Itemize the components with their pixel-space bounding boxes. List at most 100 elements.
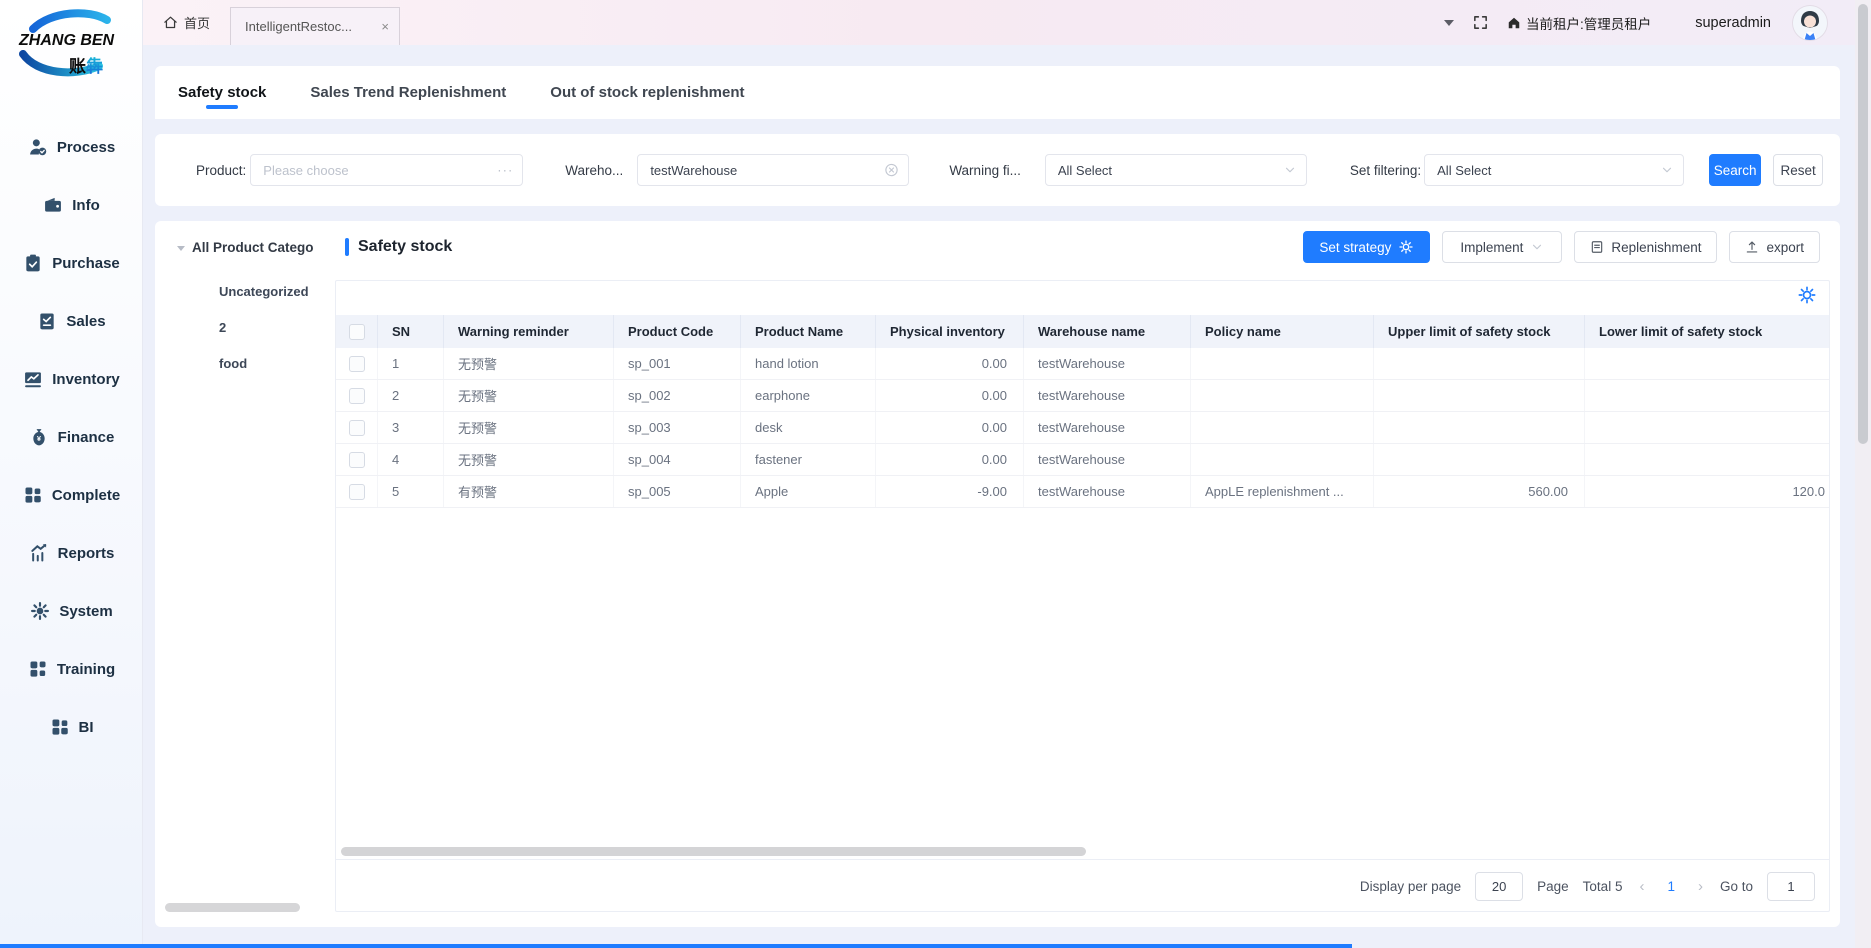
- table-row[interactable]: 3无预警sp_003desk0.00testWarehouse: [336, 412, 1829, 444]
- set-filtering-label: Set filtering:: [1350, 163, 1421, 178]
- avatar[interactable]: [1793, 6, 1827, 40]
- product-select[interactable]: ···: [250, 154, 523, 186]
- document-icon: [1590, 240, 1604, 254]
- filter-bar: Product: ··· Wareho... Warning fi... Set…: [155, 134, 1840, 206]
- table-settings-gear-icon[interactable]: [1797, 285, 1817, 305]
- tenant-info[interactable]: 当前租户:管理员租户: [1507, 13, 1651, 33]
- table-cell: [1191, 380, 1374, 411]
- warning-filter-value[interactable]: [1046, 155, 1306, 185]
- sidebar-item-info[interactable]: Info: [0, 176, 143, 234]
- sidebar-item-label: Training: [57, 661, 115, 678]
- table-cell: sp_002: [614, 380, 741, 411]
- bottom-accent-bar: [0, 944, 1352, 948]
- implement-dropdown-button[interactable]: Implement: [1442, 231, 1562, 263]
- tab-out-of-stock-replenishment[interactable]: Out of stock replenishment: [550, 68, 744, 117]
- tab-safety-stock[interactable]: Safety stock: [178, 68, 266, 117]
- sidebar-item-process[interactable]: Process: [0, 118, 143, 176]
- table-cell: 120.0: [1585, 476, 1829, 507]
- select-all-checkbox[interactable]: [349, 324, 365, 340]
- tab-sales-trend-replenishment[interactable]: Sales Trend Replenishment: [310, 68, 506, 117]
- tree-root-all-product-categories[interactable]: All Product Catego: [177, 240, 314, 255]
- sidebar-item-system[interactable]: System: [0, 582, 143, 640]
- table-row[interactable]: 2无预警sp_002earphone0.00testWarehouse: [336, 380, 1829, 412]
- table-row[interactable]: 1无预警sp_001hand lotion0.00testWarehouse: [336, 348, 1829, 380]
- sidebar-item-inventory[interactable]: Inventory: [0, 350, 143, 408]
- table-row[interactable]: 4无预警sp_004fastener0.00testWarehouse: [336, 444, 1829, 476]
- sidebar-item-finance[interactable]: ¥ Finance: [0, 408, 143, 466]
- column-header: Physical inventory: [876, 315, 1024, 348]
- home-tab[interactable]: 首页: [143, 0, 230, 45]
- sidebar-item-reports[interactable]: Reports: [0, 524, 143, 582]
- sidebar-item-label: BI: [79, 719, 94, 736]
- table-cell: 无预警: [444, 348, 614, 379]
- safety-stock-table: SNWarning reminderProduct CodeProduct Na…: [335, 280, 1830, 912]
- table-cell: sp_003: [614, 412, 741, 443]
- warehouse-select[interactable]: [637, 154, 909, 186]
- category-tree: All Product Catego Uncategorized2food: [155, 221, 335, 927]
- row-checkbox-cell: [336, 476, 378, 507]
- sidebar-item-sales[interactable]: Sales: [0, 292, 143, 350]
- set-filtering-value[interactable]: [1425, 155, 1683, 185]
- page-title: Safety stock: [358, 238, 452, 256]
- warehouse-input[interactable]: [638, 155, 908, 185]
- table-cell: [1585, 348, 1829, 379]
- page-size-input[interactable]: [1475, 872, 1523, 901]
- fullscreen-icon[interactable]: [1472, 14, 1489, 31]
- search-button[interactable]: Search: [1709, 154, 1761, 186]
- export-button[interactable]: export: [1729, 231, 1820, 263]
- row-checkbox[interactable]: [349, 420, 365, 436]
- sidebar-item-purchase[interactable]: Purchase: [0, 234, 143, 292]
- current-page[interactable]: 1: [1661, 879, 1681, 894]
- row-checkbox[interactable]: [349, 484, 365, 500]
- warning-filter-select[interactable]: [1045, 154, 1307, 186]
- chevron-down-icon[interactable]: [1444, 20, 1454, 26]
- window-scrollbar-thumb[interactable]: [1858, 4, 1868, 444]
- close-icon[interactable]: ×: [381, 20, 389, 33]
- sidebar-item-training[interactable]: Training: [0, 640, 143, 698]
- set-strategy-button[interactable]: Set strategy: [1303, 231, 1430, 263]
- tree-item[interactable]: Uncategorized: [219, 273, 309, 309]
- replenishment-button[interactable]: Replenishment: [1574, 231, 1717, 263]
- sidebar: ZHANG BEN 账犇 Process Info Purchase Sales: [0, 0, 143, 948]
- grid-icon: [50, 717, 70, 737]
- warning-filter-label: Warning fi...: [949, 163, 1021, 178]
- row-checkbox-cell: [336, 380, 378, 411]
- clear-icon[interactable]: [884, 163, 899, 178]
- caret-down-icon: [177, 246, 185, 251]
- grid-icon: [23, 485, 43, 505]
- table-cell: [1374, 412, 1585, 443]
- gear-icon: [1398, 239, 1414, 255]
- username[interactable]: superadmin: [1695, 15, 1771, 31]
- prev-page-icon[interactable]: ‹: [1636, 878, 1647, 895]
- column-header: Product Code: [614, 315, 741, 348]
- sidebar-item-complete[interactable]: Complete: [0, 466, 143, 524]
- category-tree-items: Uncategorized2food: [219, 273, 309, 381]
- page-tab[interactable]: IntelligentRestoc... ×: [230, 7, 400, 45]
- reset-button[interactable]: Reset: [1773, 154, 1823, 186]
- set-filtering-select[interactable]: [1424, 154, 1684, 186]
- table-row[interactable]: 5有预警sp_005Apple-9.00testWarehouseAppLE r…: [336, 476, 1829, 508]
- total-count: Total 5: [1583, 879, 1623, 894]
- goto-page-input[interactable]: [1767, 872, 1815, 901]
- table-cell: 560.00: [1374, 476, 1585, 507]
- table-cell: sp_001: [614, 348, 741, 379]
- app-logo: ZHANG BEN 账犇: [11, 8, 131, 80]
- table-cell: testWarehouse: [1024, 380, 1191, 411]
- window-scrollbar-track[interactable]: [1855, 0, 1871, 948]
- table-cell: 5: [378, 476, 444, 507]
- row-checkbox[interactable]: [349, 452, 365, 468]
- row-checkbox[interactable]: [349, 356, 365, 372]
- tree-item[interactable]: 2: [219, 309, 309, 345]
- table-cell: 1: [378, 348, 444, 379]
- sidebar-item-bi[interactable]: BI: [0, 698, 143, 756]
- table-horizontal-scrollbar[interactable]: [341, 847, 1086, 856]
- product-input[interactable]: [251, 155, 522, 185]
- tree-horizontal-scrollbar[interactable]: [165, 903, 300, 912]
- more-dots-icon[interactable]: ···: [497, 163, 513, 178]
- tree-item[interactable]: food: [219, 345, 309, 381]
- next-page-icon[interactable]: ›: [1695, 878, 1706, 895]
- row-checkbox[interactable]: [349, 388, 365, 404]
- sidebar-item-label: Inventory: [52, 371, 120, 388]
- title-accent-bar: [345, 238, 349, 256]
- column-header: Upper limit of safety stock: [1374, 315, 1585, 348]
